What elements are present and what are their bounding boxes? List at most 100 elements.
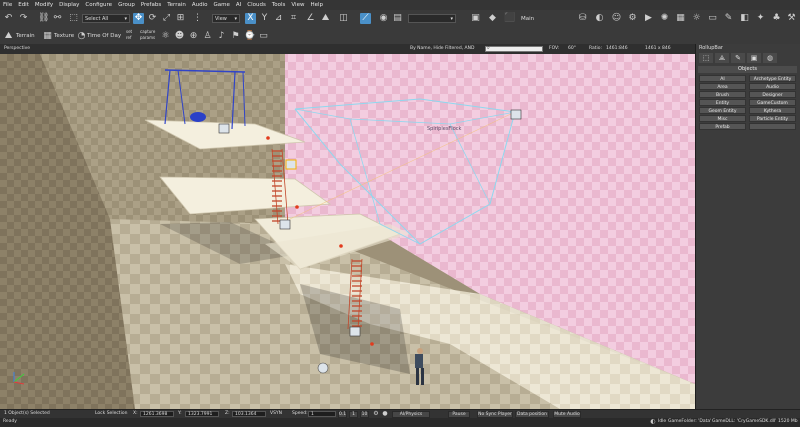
layer-icon[interactable]: ▤ (392, 13, 403, 24)
redo-icon[interactable]: ↷ (18, 13, 29, 24)
save-level-icon[interactable]: ▣ (470, 13, 481, 24)
object-type-button-entity[interactable]: Entity (699, 99, 746, 106)
object-type-button-brush[interactable]: Brush (699, 91, 746, 98)
particle-editor-icon[interactable]: ✺ (659, 13, 670, 24)
debug-icon[interactable]: ⚑ (230, 31, 241, 42)
constrain-xy-icon[interactable]: ⊿ (273, 13, 284, 24)
no-sync-player-button[interactable]: No Sync Player (477, 411, 513, 418)
speed-1-button[interactable]: 1 (349, 411, 358, 418)
vsync-button[interactable]: VSYN (270, 410, 282, 418)
object-type-button-misc[interactable]: Misc (699, 115, 746, 122)
object-type-button-particle-entity[interactable]: Particle Entity (749, 115, 796, 122)
menu-edit[interactable]: Edit (15, 0, 32, 10)
menu-file[interactable]: File (0, 0, 15, 10)
link-icon[interactable]: ⛓ (38, 13, 49, 24)
speed-field[interactable]: 1 (308, 411, 336, 417)
menu-prefabs[interactable]: Prefabs (138, 0, 164, 10)
object-type-button-empty[interactable] (749, 123, 796, 130)
material-editor-icon[interactable]: ◐ (594, 13, 605, 24)
menu-display[interactable]: Display (56, 0, 82, 10)
menu-terrain[interactable]: Terrain (164, 0, 189, 10)
selection-filter-dropdown[interactable]: Select All (82, 14, 130, 24)
pause-button[interactable]: Pause (448, 411, 470, 418)
move-icon[interactable]: ✥ (133, 13, 144, 24)
axis-icon[interactable]: ⊞ (175, 13, 186, 24)
terrain-editor-icon[interactable]: ▦ (675, 13, 686, 24)
viewport-search-input[interactable]: ⌕ (485, 45, 543, 52)
follow-terrain-icon[interactable]: ⟋ (360, 13, 371, 24)
object-snap-icon[interactable]: ◫ (338, 13, 349, 24)
export-icon[interactable]: ◆ (487, 13, 498, 24)
data-position-button[interactable]: Data position (515, 411, 549, 418)
object-type-button-gamecustom[interactable]: GameCustom (749, 99, 796, 106)
profile-icon[interactable]: ⌚ (244, 31, 255, 42)
texture-icon[interactable]: ▦ (42, 31, 53, 42)
perspective-viewport[interactable]: SpiriplesFlock (0, 54, 695, 409)
time-of-day-icon[interactable]: ◔ (76, 31, 87, 42)
unlink-icon[interactable]: ⚯ (52, 13, 63, 24)
pc-icon[interactable]: ▭ (258, 31, 269, 42)
menu-help[interactable]: Help (307, 0, 326, 10)
physics-icon[interactable]: ⚛ (160, 31, 171, 42)
snap-angle-icon[interactable]: ∠ (305, 13, 316, 24)
tiny-label-1[interactable]: set (126, 29, 132, 34)
console-icon[interactable]: ▭ (707, 13, 718, 24)
menu-view[interactable]: View (288, 0, 307, 10)
texture-button[interactable]: Texture (54, 31, 74, 41)
lighting-icon[interactable]: ☼ (691, 13, 702, 24)
display-tab-icon[interactable]: ▣ (747, 53, 761, 63)
terrain-button[interactable]: Terrain (16, 31, 35, 41)
navigation-icon[interactable]: ⊕ (188, 31, 199, 42)
ai-icon[interactable]: ☻ (174, 31, 185, 42)
object-type-button-area[interactable]: Area (699, 83, 746, 90)
object-type-button-archetype-entity[interactable]: Archetype Entity (749, 75, 796, 82)
menu-configure[interactable]: Configure (82, 0, 115, 10)
ai-physics-toggle[interactable]: AI/Physics (392, 411, 430, 418)
menu-modify[interactable]: Modify (32, 0, 56, 10)
speed-10-button[interactable]: 10 (360, 411, 369, 418)
snap-grid-icon[interactable]: ⋮ (192, 13, 203, 24)
track-view-icon[interactable]: ▶ (643, 13, 654, 24)
time-of-day-button[interactable]: Time Of Day (87, 31, 121, 41)
viewport-title[interactable]: Perspective (4, 45, 30, 53)
object-type-button-geom-entity[interactable]: Geom Entity (699, 107, 746, 114)
undo-icon[interactable]: ↶ (3, 13, 14, 24)
constrain-x-icon[interactable]: X (245, 13, 256, 24)
scale-icon[interactable]: ⤢ (161, 13, 172, 24)
settings-icon[interactable]: ⚒ (786, 13, 797, 24)
objects-tab-icon[interactable]: ⬚ (699, 53, 713, 63)
character-icon[interactable]: ♙ (202, 31, 213, 42)
layer-dropdown[interactable] (408, 14, 456, 24)
modify-tab-icon[interactable]: ⟁ (715, 53, 729, 63)
coordinate-system-dropdown[interactable]: View (212, 14, 240, 24)
database-icon[interactable]: ⛁ (577, 13, 588, 24)
menu-group[interactable]: Group (115, 0, 138, 10)
scene-render[interactable] (0, 54, 695, 409)
menu-tools[interactable]: Tools (269, 0, 289, 10)
smart-objects-icon[interactable]: ✦ (755, 13, 766, 24)
menu-clouds[interactable]: Clouds (244, 0, 269, 10)
character-editor-icon[interactable]: ☺ (611, 13, 622, 24)
object-type-button-ai[interactable]: AI (699, 75, 746, 82)
object-type-button-designer[interactable]: Designer (749, 91, 796, 98)
objects-section-header[interactable]: Objects (698, 66, 797, 73)
z-coordinate-field[interactable]: 103.1364 (232, 411, 266, 417)
tiny-label-3[interactable]: capture (140, 29, 155, 34)
lock-selection-button[interactable]: Lock Selection (95, 410, 127, 418)
cube-icon[interactable]: ⬛ (504, 13, 515, 24)
flock-entity-label[interactable]: SpiriplesFlock (427, 126, 461, 132)
audio-icon[interactable]: ♪ (216, 31, 227, 42)
snap-to-grid-icon[interactable]: ⌗ (288, 13, 299, 24)
tiny-label-4[interactable]: params (140, 35, 155, 40)
vegetation-icon[interactable]: ♣ (771, 13, 782, 24)
x-coordinate-field[interactable]: 1261.3698 (140, 411, 174, 417)
tiny-label-2[interactable]: ref (126, 35, 131, 40)
flowgraph-icon[interactable]: ⚙ (627, 13, 638, 24)
rotate-icon[interactable]: ⟳ (147, 13, 158, 24)
terrain-icon[interactable]: ⛰ (3, 31, 14, 42)
layers-tab-icon[interactable]: ◍ (763, 53, 777, 63)
constrain-y-icon[interactable]: Y (259, 13, 270, 24)
brush-tab-icon[interactable]: ✎ (731, 53, 745, 63)
menu-game[interactable]: Game (211, 0, 233, 10)
y-coordinate-field[interactable]: 1323.7991 (185, 411, 219, 417)
